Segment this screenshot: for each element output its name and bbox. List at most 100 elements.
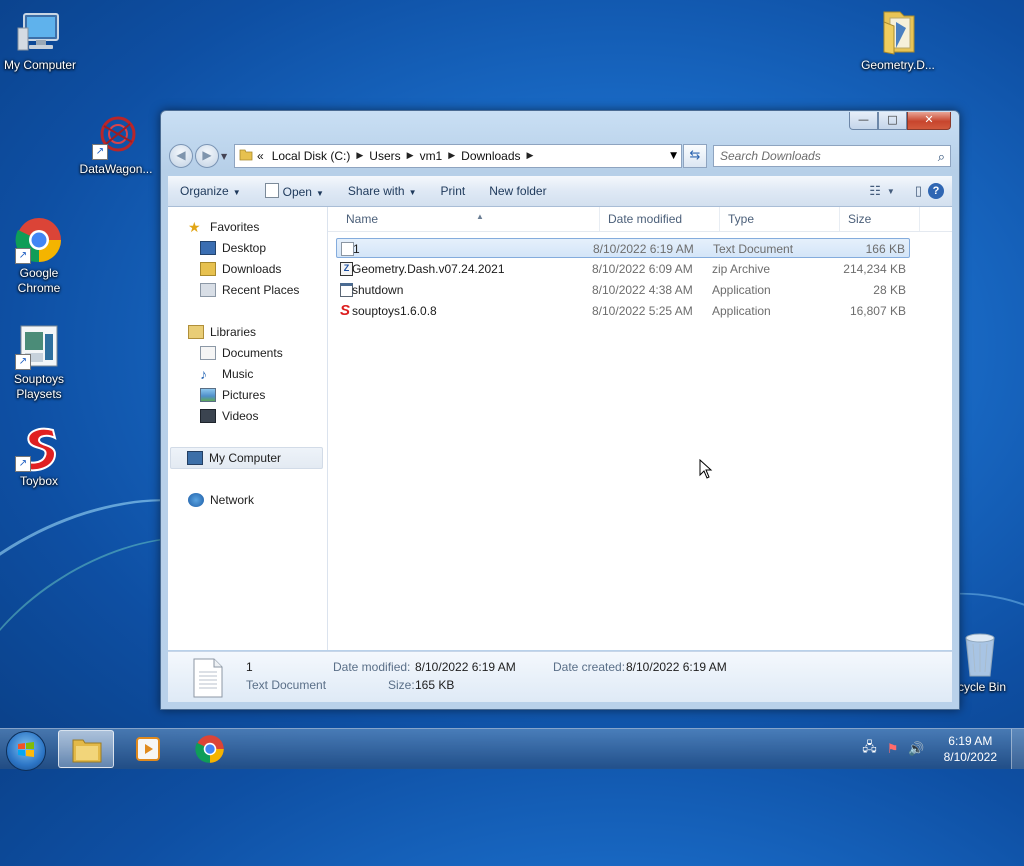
preview-pane-icon[interactable]: ▯ — [915, 183, 922, 199]
documents-icon — [200, 346, 216, 360]
command-bar: Organize ▼ Open ▼ Share with ▼ Print New fo… — [168, 176, 952, 207]
shortcut-arrow-icon: ↗ — [92, 144, 108, 160]
file-name: Geometry.Dash.v07.24.2021 — [352, 262, 505, 276]
close-button[interactable]: ✕ — [907, 112, 951, 130]
view-options-icon[interactable]: ☷ — [869, 183, 881, 199]
chevron-right-icon[interactable]: ▶ — [527, 151, 534, 161]
breadcrumb-vm1[interactable]: vm1 — [420, 149, 443, 163]
breadcrumb-local-disk[interactable]: Local Disk (C:) — [272, 149, 351, 163]
downloads-folder-icon — [200, 262, 216, 276]
desktop-icon-label: DataWagon... — [79, 162, 153, 176]
address-bar[interactable]: « Local Disk (C:) ▶ Users ▶ vm1 ▶ Downlo… — [234, 144, 682, 168]
desktop-icon — [200, 241, 216, 255]
column-header-type[interactable]: Type — [720, 207, 840, 231]
column-header-size[interactable]: Size — [840, 207, 920, 231]
shortcut-arrow-icon: ↗ — [15, 456, 31, 472]
network-tray-icon[interactable]: 🖧 — [862, 738, 877, 760]
refresh-button[interactable]: ⇆ — [683, 144, 707, 168]
nav-libraries[interactable]: Libraries — [188, 322, 256, 342]
search-icon[interactable]: ⌕ — [938, 146, 945, 167]
new-folder-button[interactable]: New folder — [477, 184, 558, 198]
nav-network[interactable]: Network — [188, 490, 254, 510]
file-name: 1 — [353, 242, 360, 256]
desktop-icon-recycle-bin[interactable]: cycle Bin — [952, 630, 1024, 695]
notepad-icon — [264, 183, 279, 198]
file-row[interactable]: Z Geometry.Dash.v07.24.2021 8/10/2022 6:… — [336, 259, 910, 279]
show-desktop-button[interactable] — [1011, 729, 1024, 769]
nav-favorites[interactable]: ★ Favorites — [188, 217, 259, 237]
file-row[interactable]: S souptoys1.6.0.8 8/10/2022 5:25 AM Appl… — [336, 301, 910, 321]
folder-icon — [72, 739, 102, 763]
volume-icon[interactable]: 🔊 — [908, 741, 924, 757]
nav-label: Recent Places — [222, 283, 300, 297]
nav-videos[interactable]: Videos — [200, 406, 258, 426]
nav-my-computer[interactable]: My Computer — [170, 447, 323, 469]
libraries-icon — [188, 325, 204, 339]
recent-pages-dropdown[interactable]: ▼ — [221, 152, 231, 161]
nav-music[interactable]: ♪ Music — [200, 364, 253, 384]
desktop-icon-label: Geometry.D... — [861, 58, 935, 72]
nav-recent-places[interactable]: Recent Places — [200, 280, 299, 300]
search-input[interactable]: Search Downloads ⌕ — [713, 145, 951, 167]
minimize-button[interactable]: — — [849, 112, 878, 130]
refresh-icon: ⇆ — [689, 148, 701, 163]
chevron-right-icon[interactable]: ▶ — [356, 151, 363, 161]
file-row[interactable]: 1 8/10/2022 6:19 AM Text Document 166 KB — [336, 238, 910, 258]
chevron-down-icon: ▼ — [408, 188, 417, 197]
column-header-name[interactable]: Name ▲ — [338, 207, 600, 231]
file-list[interactable]: Name ▲ Date modified Type Size 1 8/10/20… — [328, 207, 952, 650]
desktop-icon-my-computer[interactable]: My Computer — [0, 8, 80, 73]
details-pane: 1 Text Document Date modified: 8/10/2022… — [168, 651, 952, 702]
maximize-button[interactable]: □ — [878, 112, 907, 130]
open-button[interactable]: Open ▼ — [253, 183, 336, 199]
chevron-right-icon[interactable]: ▶ — [448, 151, 455, 161]
print-button[interactable]: Print — [429, 184, 478, 198]
nav-pictures[interactable]: Pictures — [200, 385, 265, 405]
nav-desktop[interactable]: Desktop — [200, 238, 266, 258]
column-label: Name — [346, 212, 379, 226]
desktop-icon-label: Toybox — [19, 474, 59, 488]
column-header-date-modified[interactable]: Date modified — [600, 207, 720, 231]
desktop-icon-datawagon[interactable]: ↗ DataWagon... — [76, 112, 156, 177]
taskbar-media-player-button[interactable] — [120, 730, 176, 768]
desktop-icon-label: Google Chrome — [17, 266, 61, 295]
desktop-icon-souptoys-playsets[interactable]: ↗ Souptoys Playsets — [0, 322, 78, 402]
nav-label: Favorites — [210, 220, 260, 234]
address-history-dropdown[interactable]: ▼ — [670, 151, 677, 161]
folder-icon — [874, 8, 922, 56]
back-button[interactable]: ◀ — [169, 144, 193, 168]
detail-date-created-label: Date created: — [553, 660, 626, 674]
nav-documents[interactable]: Documents — [200, 343, 283, 363]
breadcrumb-downloads[interactable]: Downloads — [461, 149, 520, 163]
music-icon: ♪ — [200, 366, 207, 382]
chrome-icon — [195, 735, 224, 763]
explorer-window[interactable]: — □ ✕ ◀ ▶ ▼ « Local Disk (C:) ▶ Users ▶ … — [160, 110, 960, 710]
clock-time: 6:19 AM — [948, 734, 993, 748]
detail-file-name: 1 — [246, 660, 253, 674]
chevron-down-icon[interactable]: ▼ — [887, 187, 895, 196]
desktop-icon-label: Souptoys Playsets — [13, 372, 65, 401]
file-type: zip Archive — [712, 262, 771, 276]
chevron-right-icon[interactable]: ▶ — [407, 151, 414, 161]
desktop-icon-google-chrome[interactable]: ↗ Google Chrome — [0, 216, 78, 296]
nav-label: Pictures — [222, 388, 266, 402]
share-with-button[interactable]: Share with ▼ — [336, 184, 429, 198]
organize-button[interactable]: Organize ▼ — [168, 184, 253, 198]
start-button[interactable] — [6, 731, 46, 771]
desktop-icon-geometry-dash-folder[interactable]: Geometry.D... — [858, 8, 938, 73]
nav-label: Videos — [222, 409, 259, 423]
file-row[interactable]: shutdown 8/10/2022 4:38 AM Application 2… — [336, 280, 910, 300]
taskbar-chrome-button[interactable] — [182, 730, 238, 768]
action-center-icon[interactable]: ⚑ — [887, 741, 899, 757]
address-overflow[interactable]: « — [257, 149, 264, 163]
file-date: 8/10/2022 6:09 AM — [592, 262, 693, 276]
breadcrumb-users[interactable]: Users — [369, 149, 400, 163]
file-size: 28 KB — [873, 283, 906, 297]
forward-button[interactable]: ▶ — [195, 144, 219, 168]
file-date: 8/10/2022 5:25 AM — [592, 304, 693, 318]
desktop-icon-toybox[interactable]: ↗ Toybox — [0, 424, 78, 489]
taskbar-explorer-button[interactable] — [58, 730, 114, 768]
nav-downloads[interactable]: Downloads — [200, 259, 281, 279]
clock[interactable]: 6:19 AM 8/10/2022 — [944, 733, 997, 765]
help-icon[interactable]: ? — [928, 183, 944, 199]
